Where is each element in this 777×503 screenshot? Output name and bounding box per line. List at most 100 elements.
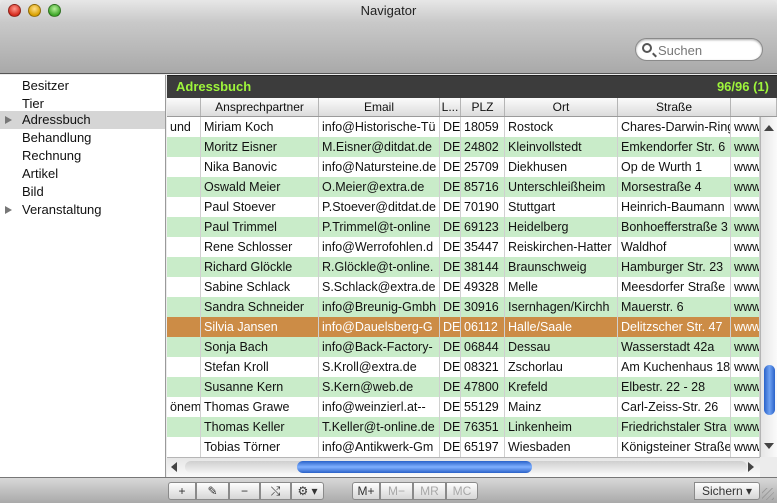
- cell-strasse: Op de Wurth 1: [618, 157, 731, 177]
- table-row[interactable]: und Miriam Koch info@Historische-Tü DE 18059…: [167, 117, 760, 137]
- column-header-ort[interactable]: Ort: [505, 98, 618, 116]
- cell-ansprechpartner: Thomas Keller: [201, 417, 319, 437]
- table-row[interactable]: Rene Schlosser info@Werrofohlen.d DE 35447 R…: [167, 237, 760, 257]
- search-input[interactable]: [658, 41, 758, 59]
- shuffle-icon[interactable]: ⤭: [260, 482, 291, 500]
- save-menu-button[interactable]: Sichern ▾: [694, 482, 760, 500]
- disclosure-triangle-icon[interactable]: [5, 116, 12, 124]
- remove-record-button[interactable]: −: [229, 482, 260, 500]
- column-header-email[interactable]: Email: [319, 98, 440, 116]
- cell-email: P.Trimmel@t-online: [319, 217, 440, 237]
- table-row[interactable]: Sandra Schneider info@Breunig-Gmbh DE 30916…: [167, 297, 760, 317]
- cell-plz: 06844: [461, 337, 505, 357]
- sidebar-item-behandlung[interactable]: Behandlung: [0, 129, 165, 147]
- sidebar-item-adressbuch[interactable]: Adressbuch: [0, 111, 165, 129]
- column-header[interactable]: [167, 98, 201, 116]
- disclosure-triangle-icon[interactable]: [5, 206, 12, 214]
- memory-add-button[interactable]: M+: [352, 482, 380, 500]
- sidebar-item-label: Veranstaltung: [22, 202, 102, 217]
- cell-land: DE: [440, 317, 461, 337]
- cell-land: DE: [440, 277, 461, 297]
- column-header-land[interactable]: L...: [440, 98, 461, 116]
- bottom-toolbar: + ✎ − ⤭ ⚙ ▾ M+ M− MR MC Sichern ▾: [0, 477, 777, 503]
- table-row[interactable]: Sonja Bach info@Back-Factory- DE 06844 Dessa…: [167, 337, 760, 357]
- cell-ansprechpartner: Moritz Eisner: [201, 137, 319, 157]
- column-header-web[interactable]: [731, 98, 777, 116]
- cell-web: www: [731, 257, 760, 277]
- horizontal-scrollbar[interactable]: [167, 457, 760, 477]
- cell-strasse: Mauerstr. 6: [618, 297, 731, 317]
- table-row[interactable]: Tobias Törner info@Antikwerk-Gm DE 65197 Wie…: [167, 437, 760, 457]
- cell-land: DE: [440, 157, 461, 177]
- vertical-scroll-thumb[interactable]: [764, 365, 775, 415]
- search-icon: [642, 43, 652, 53]
- cell-web: www: [731, 237, 760, 257]
- table-row[interactable]: Moritz Eisner M.Eisner@ditdat.de DE 24802 Kl…: [167, 137, 760, 157]
- table-row[interactable]: Nika Banovic info@Natursteine.de DE 25709 Di…: [167, 157, 760, 177]
- cell-prefix: [167, 177, 201, 197]
- sidebar-item-veranstaltung[interactable]: Veranstaltung: [0, 201, 165, 219]
- table-row[interactable]: Paul Trimmel P.Trimmel@t-online DE 69123 Hei…: [167, 217, 760, 237]
- table-row[interactable]: Oswald Meier O.Meier@extra.de DE 85716 Unter…: [167, 177, 760, 197]
- column-header-ansprechpartner[interactable]: Ansprechpartner: [201, 98, 319, 116]
- table-row[interactable]: Paul Stoever P.Stoever@ditdat.de DE 70190 St…: [167, 197, 760, 217]
- cell-ort: Dessau: [505, 337, 618, 357]
- cell-ansprechpartner: Paul Stoever: [201, 197, 319, 217]
- table-row[interactable]: Susanne Kern S.Kern@web.de DE 47800 Krefeld E…: [167, 377, 760, 397]
- table-row[interactable]: Silvia Jansen info@Dauelsberg-G DE 06112 Hal…: [167, 317, 760, 337]
- cell-strasse: Chares-Darwin-Ring: [618, 117, 731, 137]
- cell-web: www: [731, 377, 760, 397]
- cell-ansprechpartner: Oswald Meier: [201, 177, 319, 197]
- cell-strasse: Wasserstadt 42a: [618, 337, 731, 357]
- sidebar-item-besitzer[interactable]: Besitzer: [0, 77, 165, 95]
- cell-web: www: [731, 397, 760, 417]
- memory-recall-button[interactable]: MR: [413, 482, 446, 500]
- table-row[interactable]: Stefan Kroll S.Kroll@extra.de DE 08321 Zscho…: [167, 357, 760, 377]
- gear-menu-icon[interactable]: ⚙ ▾: [291, 482, 324, 500]
- cell-strasse: Waldhof: [618, 237, 731, 257]
- scroll-left-arrow-icon[interactable]: [171, 462, 177, 472]
- cell-ort: Krefeld: [505, 377, 618, 397]
- record-count: 96/96 (1): [716, 79, 769, 94]
- add-record-button[interactable]: +: [168, 482, 196, 500]
- cell-strasse: Friedrichstaler Stra: [618, 417, 731, 437]
- cell-land: DE: [440, 117, 461, 137]
- table-row[interactable]: önem Thomas Grawe info@weinzierl.at-- DE 551…: [167, 397, 760, 417]
- cell-ort: Linkenheim: [505, 417, 618, 437]
- cell-ansprechpartner: Sabine Schlack: [201, 277, 319, 297]
- cell-prefix: und: [167, 117, 201, 137]
- cell-email: info@Back-Factory-: [319, 337, 440, 357]
- table-row[interactable]: Thomas Keller T.Keller@t-online.de DE 76351…: [167, 417, 760, 437]
- memory-subtract-button[interactable]: M−: [380, 482, 413, 500]
- cell-ort: Stuttgart: [505, 197, 618, 217]
- horizontal-scroll-thumb[interactable]: [297, 461, 532, 473]
- cell-email: R.Glöckle@t-online.: [319, 257, 440, 277]
- cell-prefix: [167, 277, 201, 297]
- cell-prefix: [167, 157, 201, 177]
- search-field[interactable]: [635, 38, 763, 61]
- scroll-down-arrow-icon[interactable]: [764, 443, 774, 449]
- memory-clear-button[interactable]: MC: [446, 482, 478, 500]
- vertical-scrollbar[interactable]: [760, 117, 777, 457]
- cell-web: www: [731, 137, 760, 157]
- sidebar-item-rechnung[interactable]: Rechnung: [0, 147, 165, 165]
- sidebar-item-artikel[interactable]: Artikel: [0, 165, 165, 183]
- cell-web: www: [731, 197, 760, 217]
- cell-strasse: Meesdorfer Straße: [618, 277, 731, 297]
- edit-pencil-icon[interactable]: ✎: [196, 482, 229, 500]
- cell-strasse: Hamburger Str. 23: [618, 257, 731, 277]
- table-row[interactable]: Sabine Schlack S.Schlack@extra.de DE 49328 M…: [167, 277, 760, 297]
- cell-ort: Braunschweig: [505, 257, 618, 277]
- sidebar-item-bild[interactable]: Bild: [0, 183, 165, 201]
- resize-grip-icon[interactable]: [762, 488, 774, 500]
- table-row[interactable]: Richard Glöckle R.Glöckle@t-online. DE 3814…: [167, 257, 760, 277]
- cell-ort: Halle/Saale: [505, 317, 618, 337]
- cell-ort: Wiesbaden: [505, 437, 618, 457]
- cell-prefix: [167, 237, 201, 257]
- scroll-right-arrow-icon[interactable]: [748, 462, 754, 472]
- pane-header: Adressbuch 96/96 (1): [167, 75, 777, 98]
- cell-web: www: [731, 317, 760, 337]
- scroll-up-arrow-icon[interactable]: [764, 125, 774, 131]
- column-header-strasse[interactable]: Straße: [618, 98, 731, 116]
- column-header-plz[interactable]: PLZ: [461, 98, 505, 116]
